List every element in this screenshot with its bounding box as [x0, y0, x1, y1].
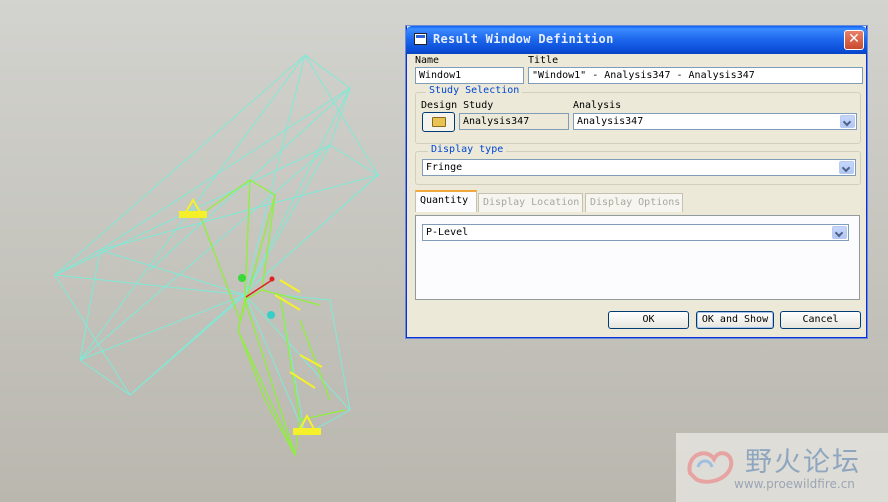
tab-display-location[interactable]: Display Location: [478, 193, 583, 212]
ok-button[interactable]: OK: [608, 311, 689, 329]
design-study-field: Analysis347: [459, 113, 569, 130]
app-icon: [414, 33, 427, 45]
chevron-down-icon[interactable]: [840, 115, 855, 128]
watermark-text: 野火论坛: [745, 447, 861, 478]
title-label: Title: [528, 55, 559, 66]
name-label: Name: [415, 55, 440, 66]
watermark-url: www.proewildfire.cn: [734, 477, 855, 491]
name-field[interactable]: Window1: [415, 67, 524, 84]
chevron-down-icon[interactable]: [839, 161, 854, 174]
quantity-value: P-Level: [426, 227, 469, 238]
design-study-label: Design Study: [421, 100, 494, 111]
open-study-button[interactable]: [422, 112, 455, 132]
analysis-value: Analysis347: [577, 116, 644, 127]
display-type-select[interactable]: Fringe: [422, 159, 856, 176]
analysis-select[interactable]: Analysis347: [573, 113, 857, 130]
cancel-button[interactable]: Cancel: [780, 311, 861, 329]
analysis-label: Analysis: [573, 100, 622, 111]
close-icon[interactable]: ✕: [844, 30, 864, 50]
wireframe-model: [54, 54, 379, 436]
display-type-title: Display type: [428, 144, 507, 155]
dialog-title: Result Window Definition: [433, 32, 614, 46]
title-field[interactable]: "Window1" - Analysis347 - Analysis347: [528, 67, 863, 84]
display-type-value: Fringe: [426, 162, 463, 173]
result-window-definition-dialog: Result Window Definition ✕ Name Window1 …: [406, 26, 867, 338]
quantity-tab-panel: P-Level: [415, 215, 860, 300]
tab-quantity[interactable]: Quantity: [415, 190, 477, 212]
ok-and-show-button[interactable]: OK and Show: [696, 311, 774, 329]
dialog-titlebar[interactable]: Result Window Definition ✕: [406, 26, 867, 54]
tab-display-options[interactable]: Display Options: [585, 193, 683, 212]
quantity-select[interactable]: P-Level: [422, 224, 849, 241]
open-folder-icon: [432, 117, 446, 127]
chevron-down-icon[interactable]: [832, 226, 847, 239]
study-selection-title: Study Selection: [426, 85, 523, 96]
